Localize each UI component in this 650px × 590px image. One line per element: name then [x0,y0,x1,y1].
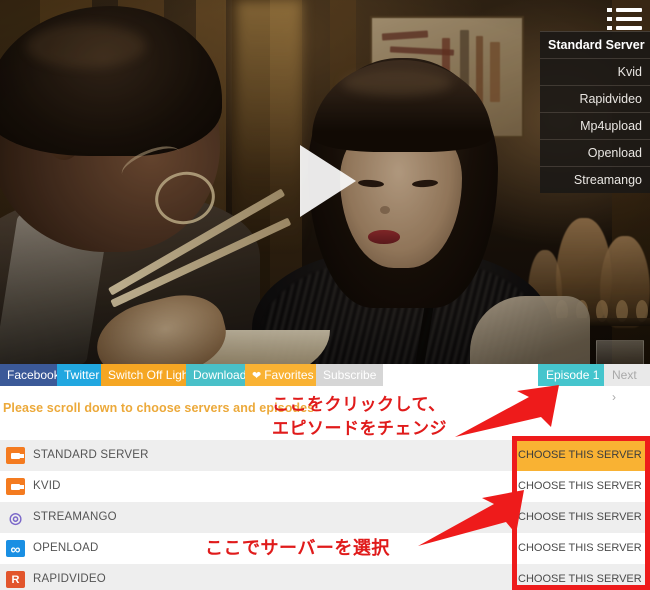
player-server-item-openload[interactable]: Openload [540,140,650,167]
server-name: KVID [33,480,61,492]
favorites-label: Favorites [264,368,314,382]
server-row-rapidvideo[interactable]: R RAPIDVIDEO CHOOSE THIS SERVER [0,564,650,590]
heart-icon: ❤ [252,370,262,382]
subscribe-button[interactable]: Subscribe [316,364,384,386]
choose-this-server-button[interactable]: CHOOSE THIS SERVER [512,471,650,502]
player-server-item-streamango[interactable]: Streamango [540,167,650,193]
choose-this-server-button[interactable]: CHOOSE THIS SERVER [512,533,650,564]
streamango-icon: ◎ [8,509,23,527]
infinity-icon: ∞ [6,540,25,557]
choose-this-server-button[interactable]: CHOOSE THIS SERVER [512,564,650,590]
play-button[interactable] [300,145,356,217]
server-name: OPENLOAD [33,542,99,554]
player-server-item-standard[interactable]: Standard Server [540,32,650,59]
video-page: Standard Server Kvid Rapidvideo Mp4uploa… [0,0,650,590]
drinking-glass [596,340,644,364]
player-server-menu[interactable]: Standard Server Kvid Rapidvideo Mp4uploa… [540,31,650,193]
video-camera-icon [6,447,25,464]
server-row-standard[interactable]: STANDARD SERVER CHOOSE THIS SERVER [0,440,650,471]
server-name: STANDARD SERVER [33,449,149,461]
annotation-text-line2: エピソードをチェンジ [272,419,447,439]
scroll-notice: Please scroll down to choose servers and… [3,401,315,415]
server-name: RAPIDVIDEO [33,573,106,585]
choose-this-server-button[interactable]: CHOOSE THIS SERVER [512,440,650,471]
server-row-streamango[interactable]: ◎ STREAMANGO CHOOSE THIS SERVER [0,502,650,533]
server-row-openload[interactable]: ∞ OPENLOAD CHOOSE THIS SERVER [0,533,650,564]
switch-off-light-button[interactable]: Switch Off Light [101,364,199,386]
server-row-kvid[interactable]: KVID CHOOSE THIS SERVER [0,471,650,502]
video-camera-icon [6,478,25,495]
hamburger-list-icon[interactable] [606,6,642,32]
choose-this-server-button[interactable]: CHOOSE THIS SERVER [512,502,650,533]
player-server-item-mp4upload[interactable]: Mp4upload [540,113,650,140]
download-button[interactable]: Download [186,364,254,386]
next-episode-button[interactable]: Next › [604,364,650,404]
player-server-item-rapidvideo[interactable]: Rapidvideo [540,86,650,113]
player-server-item-kvid[interactable]: Kvid [540,59,650,86]
action-toolbar: Facebook Twitter Switch Off Light Downlo… [0,364,650,404]
favorites-button[interactable]: ❤ Favorites [245,364,321,386]
woman-lips [368,230,400,244]
annotation-arrow-episode [455,385,559,437]
twitter-button[interactable]: Twitter [57,364,107,386]
woman-nose [380,206,390,214]
server-name: STREAMANGO [33,511,117,523]
rapidvideo-r-icon: R [6,571,25,588]
episode-button[interactable]: Episode 1 [538,364,608,386]
video-player[interactable]: Standard Server Kvid Rapidvideo Mp4uploa… [0,0,650,364]
server-list: STANDARD SERVER CHOOSE THIS SERVER KVID … [0,440,650,590]
